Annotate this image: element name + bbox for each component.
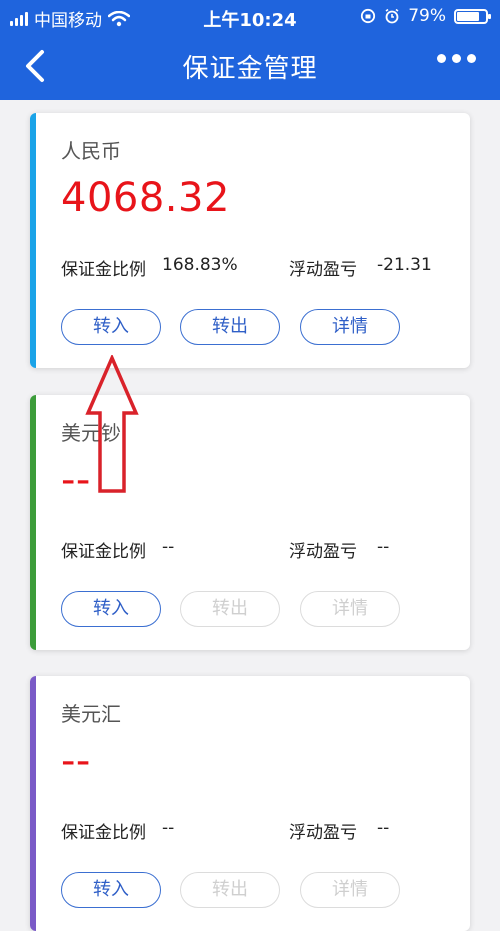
details-button[interactable]: 详情	[300, 309, 400, 345]
floating-pnl-label: 浮动盈亏	[289, 260, 357, 280]
page-title: 保证金管理	[182, 54, 318, 84]
margin-ratio-value: 168.83%	[162, 255, 238, 275]
alarm-icon	[385, 8, 399, 24]
floating-pnl-value: --	[377, 818, 390, 838]
app-header: 中国移动 上午10:24 79% 保证金管理	[0, 0, 500, 100]
balance-amount: --	[61, 738, 91, 784]
currency-label: 美元汇	[61, 702, 121, 726]
margin-ratio-label: 保证金比例	[61, 823, 146, 843]
status-right: 79%	[360, 6, 491, 26]
margin-card-cny: 人民币 4068.32 保证金比例 168.83% 浮动盈亏 -21.31 转入…	[30, 113, 470, 368]
margin-ratio-value: --	[162, 818, 175, 838]
details-button: 详情	[300, 591, 400, 627]
transfer-out-button: 转出	[180, 872, 280, 908]
floating-pnl-value: -21.31	[377, 255, 432, 275]
floating-pnl-label: 浮动盈亏	[289, 823, 357, 843]
transfer-in-button[interactable]: 转入	[61, 591, 161, 627]
details-button: 详情	[300, 872, 400, 908]
margin-ratio-label: 保证金比例	[61, 542, 146, 562]
battery-fill	[457, 11, 480, 21]
margin-ratio-label: 保证金比例	[61, 260, 146, 280]
card-accent-bar	[30, 676, 36, 931]
transfer-out-button[interactable]: 转出	[180, 309, 280, 345]
floating-pnl-label: 浮动盈亏	[289, 542, 357, 562]
floating-pnl-value: --	[377, 537, 390, 557]
balance-amount: 4068.32	[61, 175, 230, 221]
annotation-arrow-icon	[85, 355, 139, 493]
more-icon[interactable]	[437, 54, 476, 63]
battery-percent: 79%	[408, 6, 446, 26]
status-bar: 中国移动 上午10:24 79%	[0, 0, 500, 34]
card-accent-bar	[30, 113, 36, 368]
margin-ratio-value: --	[162, 537, 175, 557]
battery-icon	[454, 8, 491, 24]
margin-card-usd-transfer: 美元汇 -- 保证金比例 -- 浮动盈亏 -- 转入 转出 详情	[30, 676, 470, 931]
transfer-in-button[interactable]: 转入	[61, 309, 161, 345]
card-accent-bar	[30, 395, 36, 650]
transfer-out-button: 转出	[180, 591, 280, 627]
currency-label: 人民币	[61, 139, 121, 163]
rotation-lock-icon	[361, 8, 376, 24]
transfer-in-button[interactable]: 转入	[61, 872, 161, 908]
